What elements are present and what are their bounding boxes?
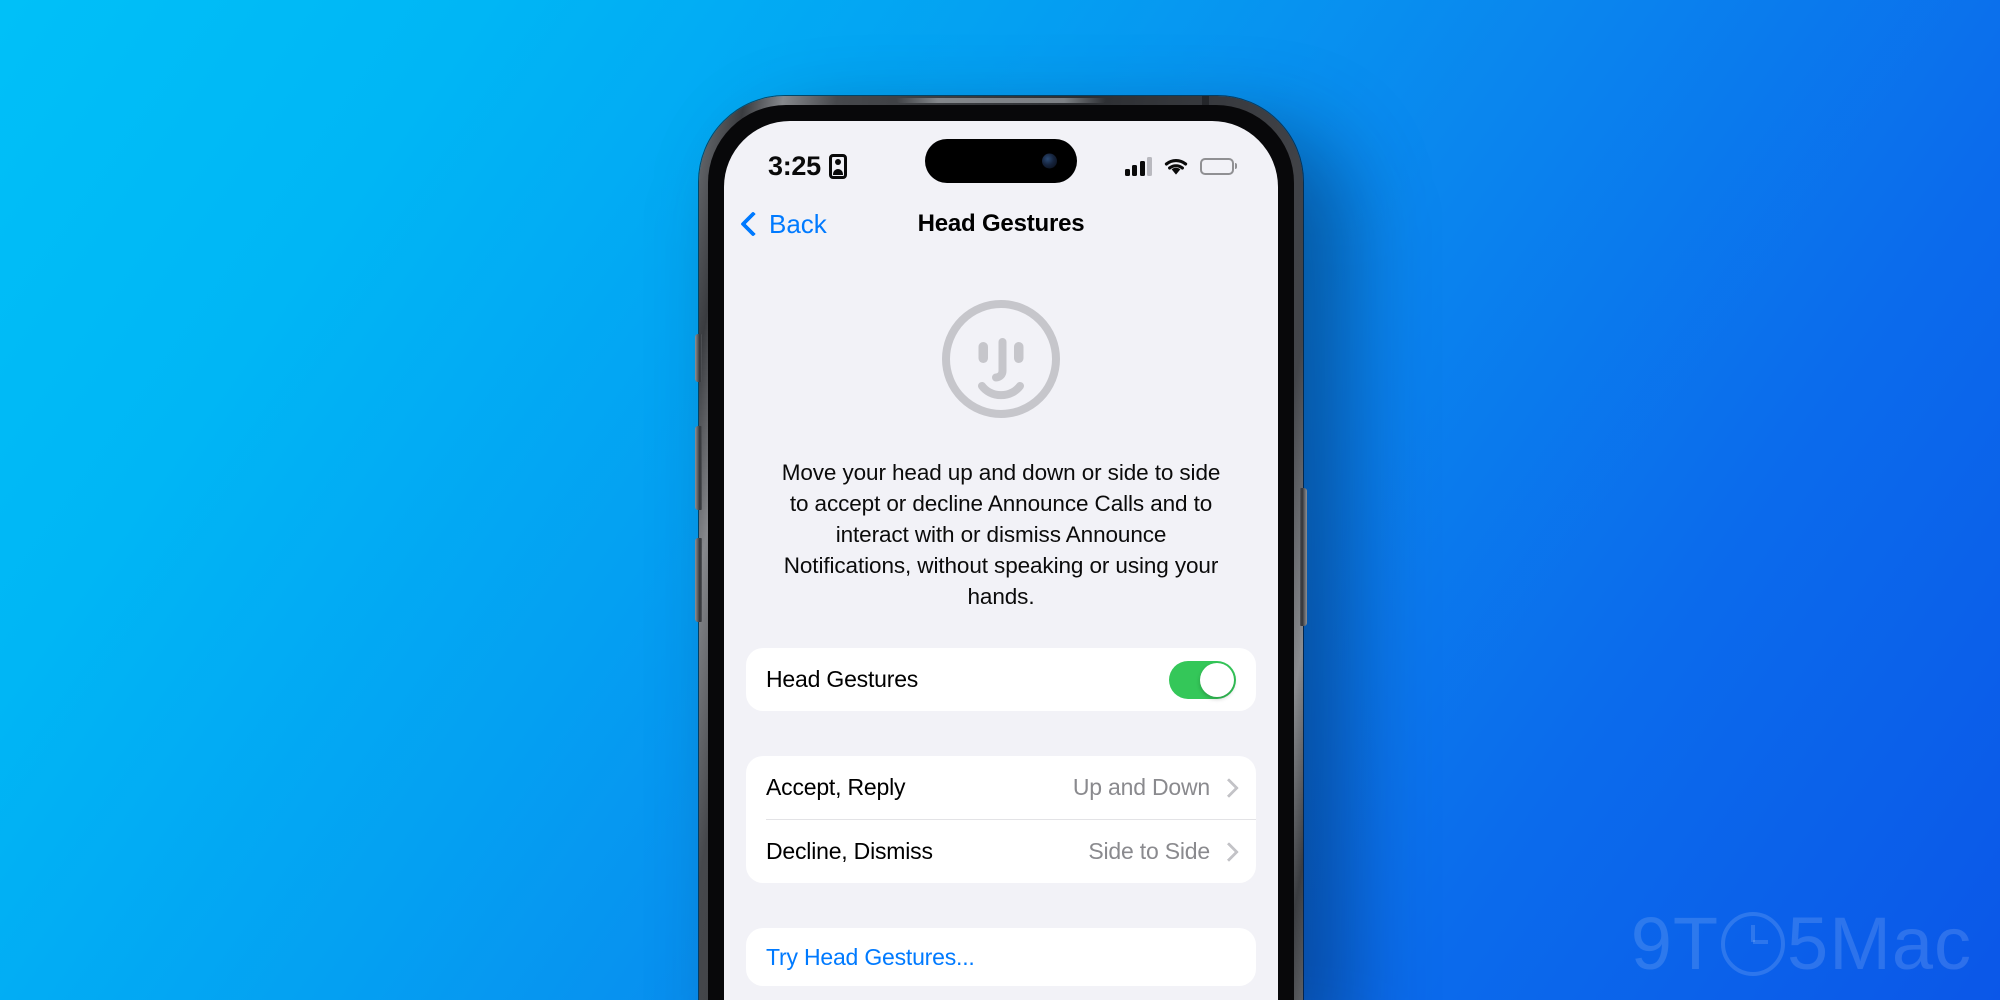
front-camera-icon: [1042, 153, 1057, 169]
decline-dismiss-label: Decline, Dismiss: [766, 838, 933, 864]
power-button[interactable]: [1300, 488, 1307, 626]
try-head-gestures-button[interactable]: Try Head Gestures...: [746, 928, 1256, 986]
volume-down-button[interactable]: [695, 538, 702, 622]
lock-badge-icon: [828, 153, 847, 179]
phone-screen: 3:25 Back Head Gestures Move your head u…: [724, 121, 1278, 1000]
head-gestures-toggle-row[interactable]: Head Gestures: [746, 648, 1256, 711]
frame-top-accent: [896, 98, 1106, 103]
watermark-9to5mac: 9T 5Mac: [1631, 901, 1972, 986]
watermark-suffix: 5Mac: [1787, 902, 1972, 985]
accept-reply-value: Up and Down: [1072, 774, 1210, 800]
status-bar-right: [1124, 156, 1234, 176]
head-gestures-label: Head Gestures: [766, 666, 919, 692]
accept-reply-label: Accept, Reply: [766, 774, 906, 800]
try-head-gestures-card: Try Head Gestures...: [746, 928, 1256, 986]
description-text: Move your head up and down or side to si…: [781, 460, 1221, 609]
back-button[interactable]: Back: [740, 208, 827, 240]
watermark-prefix: 9T: [1630, 902, 1720, 985]
status-bar: 3:25: [724, 121, 1278, 197]
decline-dismiss-value: Side to Side: [1088, 838, 1210, 864]
iphone-device: 3:25 Back Head Gestures Move your head u…: [695, 96, 1307, 1000]
phone-bezel: 3:25 Back Head Gestures Move your head u…: [708, 105, 1294, 1000]
accept-reply-value-group: Up and Down: [1072, 774, 1239, 801]
gesture-mapping-card: Accept, Reply Up and Down Decline, Dismi…: [746, 756, 1256, 883]
smiley-face-icon: [939, 297, 1063, 421]
back-button-label: Back: [769, 208, 827, 239]
head-gestures-toggle-card: Head Gestures: [746, 648, 1256, 711]
action-button[interactable]: [695, 334, 702, 382]
screenshot-canvas: 9T 5Mac 3:25 Back Head Gestures Move you…: [0, 0, 2000, 1000]
cellular-signal-icon: [1124, 156, 1152, 176]
status-bar-left: 3:25: [768, 151, 847, 182]
status-bar-time: 3:25: [768, 150, 821, 181]
battery-icon: [1200, 157, 1234, 175]
dynamic-island: [925, 139, 1077, 183]
decline-dismiss-row[interactable]: Decline, Dismiss Side to Side: [746, 820, 1256, 883]
chevron-right-icon: [1219, 777, 1239, 798]
accept-reply-row[interactable]: Accept, Reply Up and Down: [746, 756, 1256, 819]
chevron-right-icon: [1219, 841, 1239, 862]
head-gestures-switch[interactable]: [1169, 660, 1236, 699]
chevron-left-icon: [740, 211, 766, 237]
volume-up-button[interactable]: [695, 426, 702, 510]
settings-content: Move your head up and down or side to si…: [724, 251, 1278, 1000]
navigation-bar: Back Head Gestures: [724, 197, 1278, 251]
switch-knob: [1200, 662, 1234, 697]
wifi-icon: [1163, 157, 1189, 176]
decline-dismiss-value-group: Side to Side: [1088, 838, 1239, 865]
clock-icon: [1721, 911, 1786, 976]
